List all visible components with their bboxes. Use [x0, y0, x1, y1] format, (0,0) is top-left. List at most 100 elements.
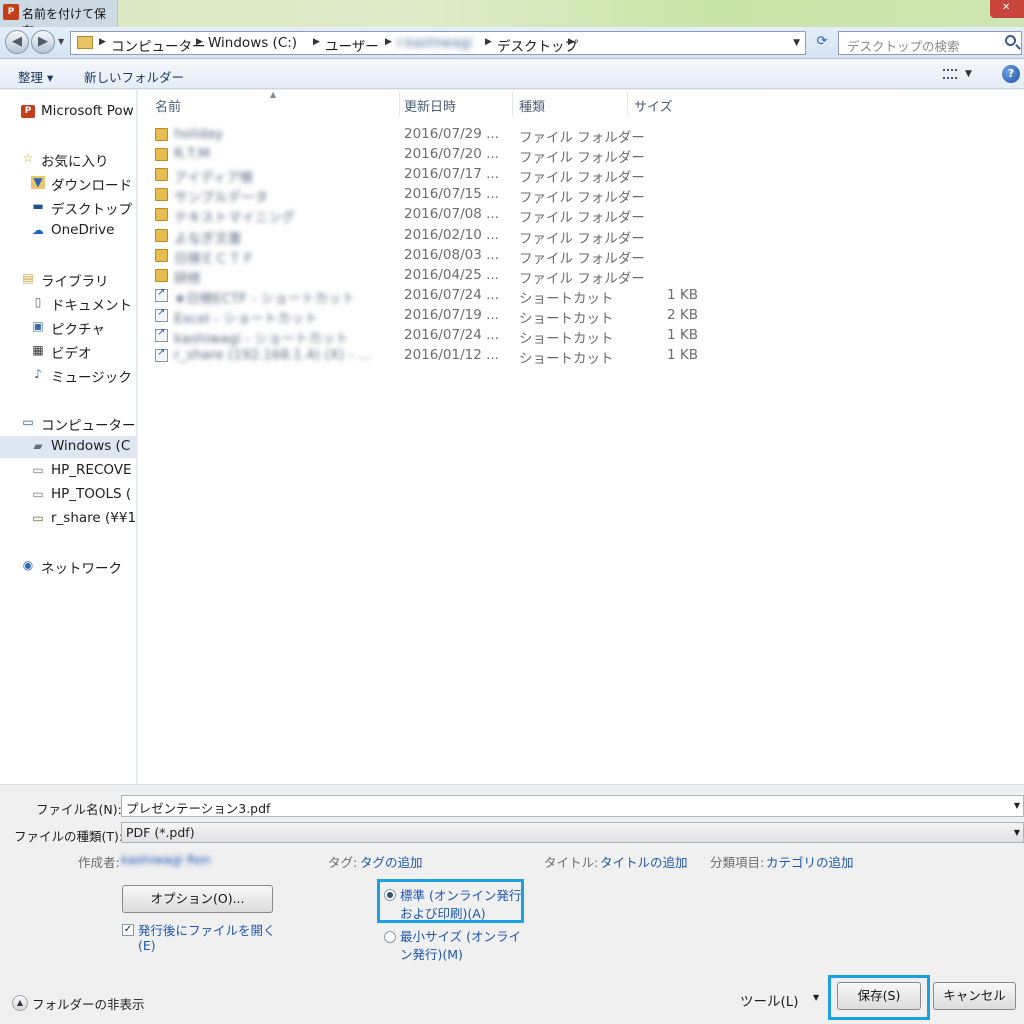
- file-row[interactable]: r_share (192.168.1.4) (X) - ... 2016/01/1…: [152, 346, 712, 367]
- file-type: ファイル フォルダー: [519, 250, 645, 267]
- nav-item-windows-c[interactable]: ▰ Windows (C: [0, 436, 136, 458]
- view-dropdown-icon[interactable]: ▼: [965, 69, 972, 79]
- category-link[interactable]: カテゴリの追加: [766, 852, 854, 871]
- refresh-icon[interactable]: ⟳: [812, 32, 832, 52]
- minimum-size-radio-label[interactable]: 最小サイズ (オンライ: [400, 926, 521, 945]
- column-header-name[interactable]: 名前: [155, 96, 181, 115]
- nav-item-hp-recovery[interactable]: ▭ HP_RECOVE: [0, 460, 136, 482]
- file-row[interactable]: holiday 2016/07/29 ... ファイル フォルダー: [152, 125, 712, 146]
- breadcrumb-users[interactable]: ユーザー: [325, 35, 379, 55]
- breadcrumb-drive[interactable]: Windows (C:): [208, 35, 297, 51]
- open-after-publish-label[interactable]: 発行後にファイルを開く: [138, 920, 276, 939]
- nav-item-onedrive[interactable]: ☁ OneDrive: [0, 220, 136, 242]
- file-row[interactable]: 日検ＥＣＴＦ 2016/08/03 ... ファイル フォルダー: [152, 246, 712, 267]
- tools-dropdown-icon[interactable]: ▼: [813, 993, 819, 1002]
- hide-folders-button[interactable]: フォルダーの非表示: [32, 994, 145, 1013]
- organize-button[interactable]: 整理 ▾: [18, 67, 53, 86]
- computer-icon: ▭: [22, 415, 34, 429]
- help-icon[interactable]: ?: [1002, 65, 1020, 83]
- title-link[interactable]: タイトルの追加: [600, 852, 688, 871]
- file-row[interactable]: テキストマイニング 2016/07/08 ... ファイル フォルダー: [152, 205, 712, 226]
- nav-item-label: ライブラリ: [41, 274, 109, 290]
- filename-value: プレゼンテーション3.pdf: [126, 801, 271, 816]
- address-dropdown-icon[interactable]: ▼: [793, 38, 800, 48]
- nav-item-videos[interactable]: ▦ ビデオ: [0, 340, 136, 363]
- file-type: ショートカット: [519, 290, 614, 307]
- view-options-icon[interactable]: [943, 69, 957, 79]
- breadcrumb-arrow-icon[interactable]: ▶: [485, 37, 492, 47]
- nav-item-powerpoint[interactable]: P Microsoft Pow: [0, 101, 136, 123]
- column-header-modified[interactable]: 更新日時: [404, 96, 456, 115]
- file-name: Excel - ショートカット: [174, 310, 318, 327]
- nav-item-documents[interactable]: ▯ ドキュメント: [0, 292, 136, 315]
- standard-radio-label-2[interactable]: および印刷)(A): [400, 903, 486, 922]
- nav-item-libraries[interactable]: ▤ ライブラリ: [0, 268, 136, 291]
- forward-button[interactable]: ▶: [31, 30, 55, 54]
- new-folder-button[interactable]: 新しいフォルダー: [84, 67, 184, 86]
- nav-item-r-share[interactable]: ▭ r_share (¥¥1: [0, 508, 136, 530]
- nav-item-network[interactable]: ◉ ネットワーク: [0, 555, 136, 578]
- file-row[interactable]: R.T.M 2016/07/20 ... ファイル フォルダー: [152, 145, 712, 166]
- open-after-publish-label-2[interactable]: (E): [138, 938, 156, 953]
- breadcrumb-desktop[interactable]: デスクトップ: [497, 35, 578, 55]
- file-size: 1 KB: [667, 347, 698, 364]
- options-button[interactable]: オプション(O)...: [122, 885, 273, 913]
- tags-link[interactable]: タグの追加: [360, 852, 423, 871]
- file-row[interactable]: アイディア帳 2016/07/17 ... ファイル フォルダー: [152, 165, 712, 187]
- filename-dropdown-icon[interactable]: ▼: [1014, 801, 1020, 810]
- shortcut-icon: [155, 327, 168, 342]
- column-divider[interactable]: [399, 92, 400, 116]
- column-header-size[interactable]: サイズ: [634, 96, 673, 115]
- nav-item-hp-tools[interactable]: ▭ HP_TOOLS (: [0, 484, 136, 506]
- column-header-type[interactable]: 種類: [519, 96, 545, 115]
- nav-item-downloads[interactable]: ▼ ダウンロード: [0, 172, 136, 194]
- nav-item-pictures[interactable]: ▣ ピクチャ: [0, 316, 136, 339]
- column-divider[interactable]: [627, 92, 628, 116]
- minimum-size-radio[interactable]: [384, 931, 396, 943]
- breadcrumb-arrow-icon[interactable]: ▶: [99, 37, 106, 47]
- file-type: ショートカット: [519, 331, 614, 347]
- close-window-button[interactable]: [990, 0, 1024, 18]
- search-icon[interactable]: [1005, 35, 1016, 46]
- file-type: ファイル フォルダー: [519, 170, 645, 187]
- open-after-publish-checkbox[interactable]: ✓: [122, 924, 134, 936]
- save-button[interactable]: 保存(S): [837, 982, 921, 1010]
- standard-radio[interactable]: [384, 889, 396, 901]
- column-divider[interactable]: [512, 92, 513, 116]
- cancel-button[interactable]: キャンセル: [933, 982, 1016, 1010]
- breadcrumb-computer[interactable]: コンピューター: [111, 35, 206, 55]
- search-input[interactable]: デスクトップの検索: [838, 31, 1022, 55]
- nav-item-favorites[interactable]: ☆ お気に入り: [0, 148, 136, 171]
- file-row[interactable]: よなぎ文書 2016/02/10 ... ファイル フォルダー: [152, 226, 712, 247]
- file-row[interactable]: kashiwagi - ショートカット 2016/07/24 ... ショートカット…: [152, 326, 712, 347]
- nav-item-computer[interactable]: ▭ コンピューター: [0, 412, 136, 435]
- file-name: 日検ＥＣＴＦ: [174, 250, 255, 267]
- address-box[interactable]: ▶ コンピューター ▶ Windows (C:) ▶ ユーザー ▶ r.kash…: [70, 31, 806, 55]
- breadcrumb-arrow-icon[interactable]: ▶: [196, 37, 203, 47]
- tools-menu[interactable]: ツール(L): [740, 990, 799, 1010]
- nav-item-desktop[interactable]: ▬ デスクトップ: [0, 196, 136, 219]
- collapse-up-icon[interactable]: ▲: [12, 995, 28, 1011]
- filename-input[interactable]: プレゼンテーション3.pdf ▼: [121, 795, 1024, 817]
- file-name: kashiwagi - ショートカット: [174, 331, 349, 347]
- file-row[interactable]: 研修 2016/04/25 ... ファイル フォルダー: [152, 266, 712, 287]
- history-dropdown-icon[interactable]: ▼: [58, 37, 64, 46]
- file-name: r_share (192.168.1.4) (X) - ...: [174, 347, 371, 364]
- nav-item-label: ネットワーク: [41, 561, 122, 577]
- folder-icon: [155, 168, 168, 182]
- file-row[interactable]: ★日検ECTF - ショートカット 2016/07/24 ... ショートカット 1 …: [152, 286, 712, 307]
- minimum-size-radio-label-2[interactable]: ン発行)(M): [400, 944, 463, 963]
- breadcrumb-arrow-icon[interactable]: ▶: [313, 37, 320, 47]
- file-row[interactable]: Excel - ショートカット 2016/07/19 ... ショートカット 2 KB: [152, 306, 712, 327]
- shortcut-icon: [155, 287, 168, 302]
- file-row[interactable]: サンプルデータ 2016/07/15 ... ファイル フォルダー: [152, 185, 712, 206]
- nav-item-music[interactable]: ♪ ミュージック: [0, 364, 136, 387]
- standard-radio-label[interactable]: 標準 (オンライン発行: [400, 885, 521, 904]
- back-button[interactable]: ◀: [5, 30, 29, 54]
- author-value[interactable]: kashiwagi Ron: [121, 852, 211, 867]
- breadcrumb-user[interactable]: r.kashiwagi: [397, 35, 472, 51]
- breadcrumb-arrow-icon[interactable]: ▶: [385, 37, 392, 47]
- filetype-dropdown-icon[interactable]: ▼: [1014, 828, 1020, 837]
- filetype-select[interactable]: PDF (*.pdf) ▼: [121, 822, 1024, 843]
- breadcrumb-arrow-icon[interactable]: ▶: [568, 37, 575, 47]
